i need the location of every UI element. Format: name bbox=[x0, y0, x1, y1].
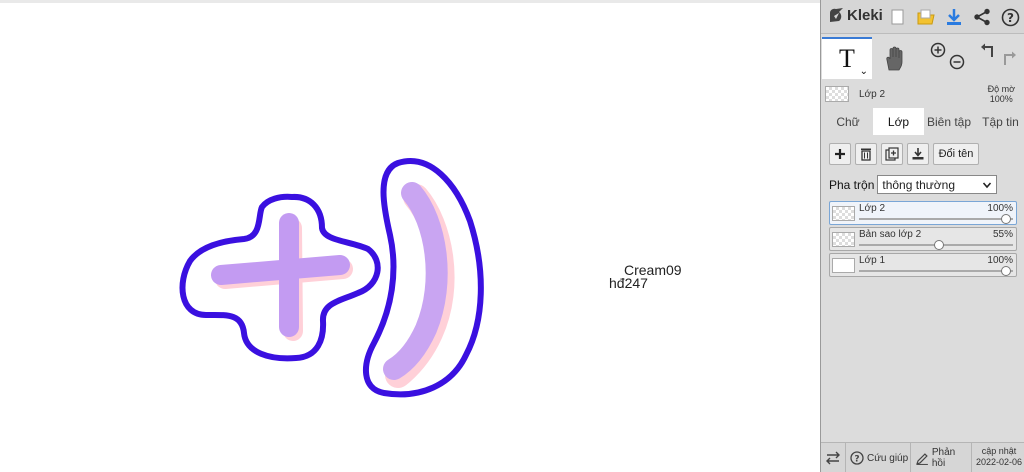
open-folder-icon[interactable] bbox=[915, 6, 937, 28]
hand-icon bbox=[886, 46, 903, 71]
chevron-down-icon[interactable]: ⌄ bbox=[860, 66, 868, 77]
update-date: 2022-02-06 bbox=[975, 457, 1023, 467]
layer-opacity: 100% bbox=[987, 255, 1013, 266]
zoom-in-icon[interactable] bbox=[930, 42, 946, 61]
redo-icon[interactable] bbox=[1001, 51, 1017, 70]
opacity-value: 100% bbox=[989, 94, 1013, 104]
duplicate-icon bbox=[885, 147, 899, 161]
current-layer-thumbnail bbox=[825, 86, 849, 102]
tab-layers[interactable]: Lớp bbox=[873, 108, 924, 135]
opacity-slider-knob[interactable] bbox=[934, 240, 944, 250]
layer-row-ban-sao-lop-2[interactable]: Bản sao lớp 2 55% bbox=[829, 227, 1017, 251]
kleki-logo[interactable]: Kleki bbox=[828, 7, 883, 24]
opacity-label: Độ mờ bbox=[987, 84, 1015, 94]
hand-tool-button[interactable] bbox=[875, 40, 915, 78]
swap-arrows-icon bbox=[826, 451, 840, 465]
update-info[interactable]: cập nhật 2022-02-06 bbox=[973, 446, 1024, 468]
layer-opacity-slider[interactable] bbox=[859, 218, 1013, 220]
layer-name: Lớp 2 bbox=[859, 203, 886, 214]
feedback-button[interactable]: Phản hồi bbox=[912, 443, 972, 472]
layer-thumbnail bbox=[832, 206, 855, 221]
rename-layer-button[interactable]: Đổi tên bbox=[933, 143, 979, 165]
feedback-label: Phản hồi bbox=[931, 447, 956, 469]
zoom-out-icon[interactable] bbox=[949, 54, 965, 73]
blend-mode-label: Pha trộn bbox=[829, 177, 875, 192]
canvas-text-hd[interactable]: hđ247 bbox=[609, 276, 648, 290]
layer-thumbnail bbox=[832, 258, 855, 273]
download-icon[interactable] bbox=[943, 6, 965, 28]
canvas-drawing bbox=[179, 158, 484, 398]
current-layer-name: Lớp 2 bbox=[859, 89, 886, 100]
new-image-icon[interactable] bbox=[887, 6, 909, 28]
layers-panel: Đổi tên Pha trộn thông thường Lớp 2 100%… bbox=[821, 135, 1024, 440]
opacity-slider-knob[interactable] bbox=[1001, 214, 1011, 224]
panel-tabs: Chữ Lớp Biên tập Tập tin bbox=[821, 108, 1024, 135]
tab-file[interactable]: Tập tin bbox=[976, 108, 1024, 135]
top-toolbar: Kleki ? bbox=[821, 0, 1024, 34]
undo-icon[interactable] bbox=[980, 43, 996, 62]
add-layer-button[interactable] bbox=[829, 143, 851, 165]
tool-row: T ⌄ bbox=[821, 36, 1024, 80]
chevron-down-icon bbox=[983, 182, 992, 189]
layer-opacity: 55% bbox=[992, 229, 1013, 240]
pencil-icon bbox=[916, 452, 928, 465]
swap-side-button[interactable] bbox=[821, 443, 846, 472]
merge-down-icon bbox=[912, 148, 924, 160]
merge-down-button[interactable] bbox=[907, 143, 929, 165]
bottom-bar: ? Cứu giúp Phản hồi cập nhật 2022-02-06 bbox=[821, 442, 1024, 472]
trash-icon bbox=[861, 148, 871, 161]
blend-mode-row: Pha trộn thông thường bbox=[829, 175, 998, 194]
current-layer-info: Lớp 2 Độ mờ 100% bbox=[821, 82, 1024, 106]
blend-mode-value: thông thường bbox=[882, 177, 955, 192]
help-circle-icon: ? bbox=[850, 451, 864, 465]
share-icon[interactable] bbox=[971, 6, 993, 28]
app-window: Cream09 hđ247 Kleki ? T ⌄ Lớp 2 Độ mờ 10… bbox=[0, 0, 1024, 472]
layer-opacity-slider[interactable] bbox=[859, 270, 1013, 272]
layer-opacity: 100% bbox=[987, 203, 1013, 214]
opacity-indicator[interactable]: Độ mờ 100% bbox=[988, 84, 1015, 104]
plus-drawing bbox=[179, 193, 381, 362]
drawing-canvas[interactable]: Cream09 hđ247 bbox=[0, 0, 820, 472]
text-tool-button[interactable]: T ⌄ bbox=[822, 37, 872, 79]
svg-text:?: ? bbox=[854, 455, 859, 465]
blend-mode-select[interactable]: thông thường bbox=[877, 175, 998, 194]
tab-edit[interactable]: Biên tập bbox=[924, 108, 974, 135]
layer-row-lop-1[interactable]: Lớp 1 100% bbox=[829, 253, 1017, 277]
parenthesis-drawing bbox=[362, 158, 484, 398]
duplicate-layer-button[interactable] bbox=[881, 143, 903, 165]
delete-layer-button[interactable] bbox=[855, 143, 877, 165]
plus-icon bbox=[835, 149, 845, 159]
layer-name: Bản sao lớp 2 bbox=[859, 229, 922, 240]
update-label: cập nhật bbox=[981, 446, 1017, 456]
layer-row-lop-2[interactable]: Lớp 2 100% bbox=[829, 201, 1017, 225]
side-panel: Kleki ? T ⌄ Lớp 2 Độ mờ 100% Chữ Lớp Biê… bbox=[820, 0, 1024, 472]
text-tool-label: T bbox=[839, 44, 855, 73]
kleki-logo-icon bbox=[830, 8, 843, 22]
help-button[interactable]: ? Cứu giúp bbox=[847, 443, 911, 472]
opacity-slider-knob[interactable] bbox=[1001, 266, 1011, 276]
help-icon[interactable]: ? bbox=[999, 6, 1021, 28]
app-name: Kleki bbox=[847, 7, 883, 24]
layer-thumbnail bbox=[832, 232, 855, 247]
svg-text:?: ? bbox=[1007, 11, 1014, 25]
tab-text[interactable]: Chữ bbox=[825, 108, 871, 135]
layer-name: Lớp 1 bbox=[859, 255, 886, 266]
help-label: Cứu giúp bbox=[867, 452, 909, 464]
